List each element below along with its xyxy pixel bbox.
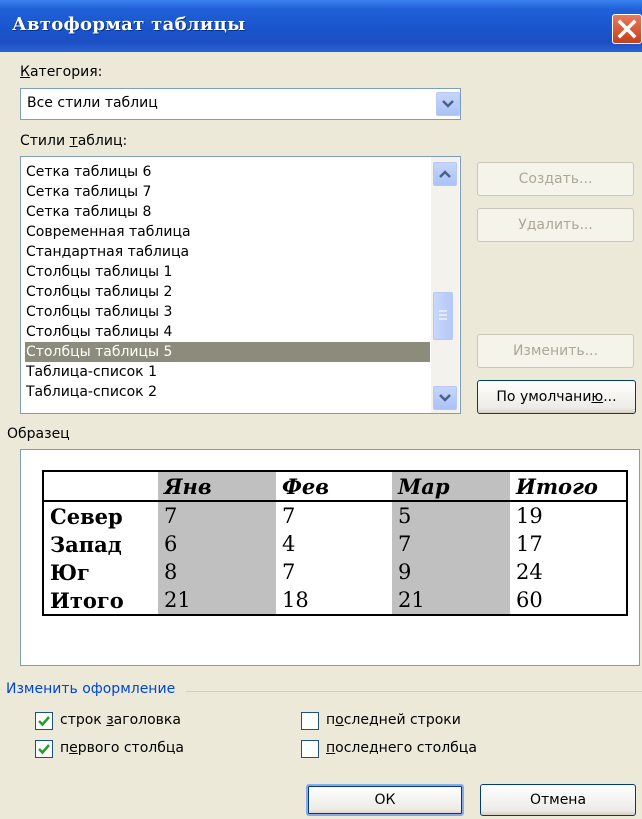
table-cell xyxy=(43,471,158,502)
header-rows-label[interactable]: строк заголовка xyxy=(60,712,181,728)
window-title: Автоформат таблицы xyxy=(12,14,246,35)
table-cell: 7 xyxy=(282,504,296,528)
scroll-down-button[interactable] xyxy=(433,386,457,410)
last-column-checkbox[interactable] xyxy=(301,740,319,758)
ok-button[interactable]: ОК xyxy=(306,784,464,816)
list-item[interactable]: Столбцы таблицы 1 xyxy=(25,262,430,282)
close-button[interactable] xyxy=(612,14,642,44)
table-cell: 9 xyxy=(392,558,510,586)
table-cell: 19 xyxy=(516,504,543,528)
table-cell: 8 xyxy=(158,558,276,586)
last-row-label[interactable]: последней строки xyxy=(326,712,461,728)
row-header-cell: Итого xyxy=(50,587,124,613)
category-select[interactable]: Все стили таблиц xyxy=(20,88,461,120)
apply-group-label: Изменить оформление xyxy=(6,681,176,697)
list-item[interactable]: Сетка таблицы 8 xyxy=(25,202,430,222)
chevron-down-icon xyxy=(439,394,451,402)
list-item[interactable]: Таблица-список 2 xyxy=(25,382,430,402)
table-cell: 60 xyxy=(516,588,543,612)
table-header-cell: Мар xyxy=(392,471,510,502)
cancel-button[interactable]: Отмена xyxy=(480,784,636,816)
delete-button[interactable]: Удалить... xyxy=(477,208,634,242)
list-item[interactable]: Сетка таблицы 7 xyxy=(25,182,430,202)
first-column-label[interactable]: первого столбца xyxy=(60,740,184,756)
chevron-down-icon xyxy=(442,100,454,108)
table-header-cell: Янв xyxy=(158,471,276,502)
checkmark-icon xyxy=(38,744,50,755)
table-cell: 6 xyxy=(158,530,276,558)
table-cell: 7 xyxy=(158,501,276,530)
table-header-row: Янв Фев Мар Итого xyxy=(43,471,627,502)
checkmark-icon xyxy=(38,716,50,727)
chevron-up-icon xyxy=(439,170,451,178)
category-label: Категория: xyxy=(20,64,103,80)
category-label-rest: атегория: xyxy=(29,64,103,80)
table-row: Север 7 7 5 19 xyxy=(43,501,627,530)
last-column-label[interactable]: последнего столбца xyxy=(326,740,477,756)
category-value: Все стили таблиц xyxy=(27,95,158,111)
styles-list[interactable]: Сетка таблицы 6 Сетка таблицы 7 Сетка та… xyxy=(20,156,461,414)
list-item[interactable]: Столбцы таблицы 2 xyxy=(25,282,430,302)
default-button[interactable]: По умолчанию... xyxy=(477,380,636,414)
list-item[interactable]: Сетка таблицы 6 xyxy=(25,162,430,182)
modify-button[interactable]: Изменить... xyxy=(477,334,634,368)
list-item[interactable]: Стандартная таблица xyxy=(25,242,430,262)
table-cell: 7 xyxy=(392,530,510,558)
styles-label: Стили таблиц: xyxy=(20,133,128,149)
category-dropdown-button[interactable] xyxy=(436,92,460,116)
table-header-cell: Итого xyxy=(510,471,627,502)
close-icon xyxy=(617,19,637,39)
row-header-cell: Юг xyxy=(50,559,90,585)
table-row: Запад 6 4 7 17 xyxy=(43,530,627,558)
preview-label: Образец xyxy=(7,426,70,442)
header-rows-checkbox[interactable] xyxy=(35,712,53,730)
list-item[interactable]: Столбцы таблицы 3 xyxy=(25,302,430,322)
last-row-checkbox[interactable] xyxy=(301,712,319,730)
table-cell: 21 xyxy=(158,586,276,615)
table-cell: 18 xyxy=(282,588,309,612)
grip-icon xyxy=(439,310,447,320)
group-divider xyxy=(186,691,642,692)
styles-scrollbar[interactable] xyxy=(431,157,459,413)
table-cell: 7 xyxy=(282,560,296,584)
table-header-cell: Фев xyxy=(276,471,392,502)
table-cell: 24 xyxy=(516,560,543,584)
table-row: Юг 8 7 9 24 xyxy=(43,558,627,586)
table-row: Итого 21 18 21 60 xyxy=(43,586,627,615)
scroll-up-button[interactable] xyxy=(433,162,457,186)
list-item[interactable]: Современная таблица xyxy=(25,222,430,242)
list-item[interactable]: Таблица-список 1 xyxy=(25,362,430,382)
sample-table: Янв Фев Мар Итого Север 7 7 5 19 Запад 6… xyxy=(42,470,628,616)
table-cell: 4 xyxy=(282,532,296,556)
create-button[interactable]: Создать... xyxy=(477,162,634,196)
row-header-cell: Север xyxy=(50,503,123,529)
list-item[interactable]: Столбцы таблицы 4 xyxy=(25,322,430,342)
scroll-thumb[interactable] xyxy=(433,292,453,340)
table-cell: 5 xyxy=(392,501,510,530)
row-header-cell: Запад xyxy=(50,531,122,557)
table-cell: 17 xyxy=(516,532,543,556)
first-column-checkbox[interactable] xyxy=(35,740,53,758)
table-cell: 21 xyxy=(392,586,510,615)
list-item-selected[interactable]: Столбцы таблицы 5 xyxy=(25,342,430,362)
title-bar: Автоформат таблицы xyxy=(0,0,642,52)
